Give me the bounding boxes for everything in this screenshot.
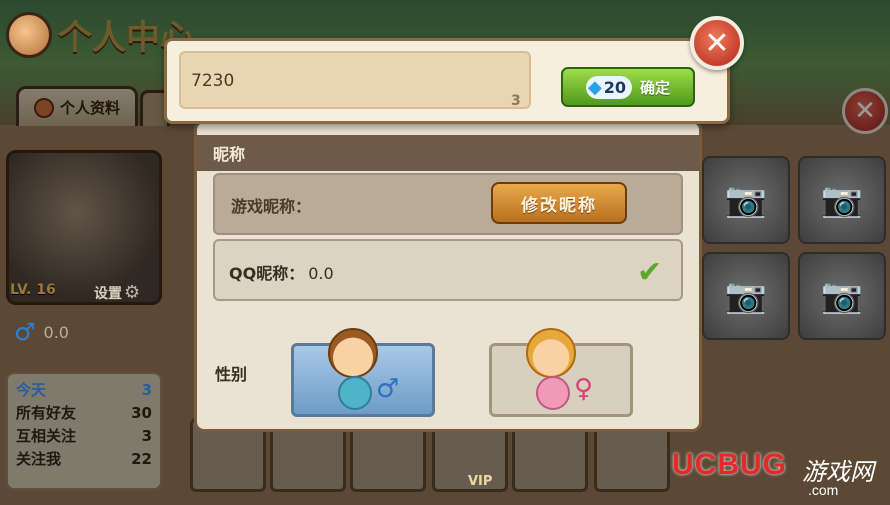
camera-plus-icon: 📷	[820, 276, 864, 316]
gender-male-option[interactable]: ♂	[291, 328, 435, 417]
boy-body-icon	[338, 376, 372, 410]
add-photo-slot[interactable]: 📷	[702, 252, 790, 340]
diamond-icon: ◆	[587, 76, 602, 98]
stat-row-mutual-follow[interactable]: 互相关注 3	[16, 424, 152, 447]
gender-label: 性别	[215, 365, 248, 384]
game-nickname-row: 游戏昵称： 修改昵称	[213, 173, 683, 235]
stat-value: 3	[141, 426, 152, 445]
male-icon: ♂	[14, 318, 36, 346]
gender-value: 0.0	[43, 322, 69, 342]
stat-label: 今天	[16, 381, 47, 399]
char-count: 3	[511, 93, 521, 109]
female-symbol-icon: ♀	[574, 374, 594, 404]
stat-row-followers[interactable]: 关注我 22	[16, 447, 152, 470]
gear-icon: ⚙	[124, 282, 141, 303]
tab-profile[interactable]: 个人资料	[16, 86, 138, 126]
camera-plus-icon: 📷	[724, 276, 768, 316]
stat-row-all-friends[interactable]: 所有好友 30	[16, 401, 152, 424]
edit-nickname-button[interactable]: 修改昵称	[491, 182, 627, 224]
girl-avatar-icon	[526, 328, 576, 378]
watermark-domain: .com	[808, 482, 839, 498]
profile-tab-icon	[33, 97, 54, 118]
nickname-input-dialog: 7230 3 ◆ 20 确定	[164, 38, 730, 124]
close-dialog-button[interactable]: ✕	[690, 16, 744, 70]
level-badge: LV. 16	[10, 282, 56, 298]
tab-profile-label: 个人资料	[59, 99, 120, 117]
header-avatar-icon	[6, 11, 52, 58]
qq-nickname-value: 0.0	[308, 264, 334, 283]
qq-nickname-label: QQ昵称：	[229, 264, 305, 283]
game-nickname-label: 游戏昵称：	[231, 197, 312, 216]
vip-badge: VIP	[468, 474, 493, 489]
nickname-input[interactable]: 7230	[179, 51, 531, 109]
cost-pill: ◆ 20	[585, 75, 633, 99]
stat-value: 22	[131, 449, 152, 468]
add-photo-slot[interactable]: 📷	[702, 156, 790, 244]
camera-plus-icon: 📷	[820, 180, 864, 220]
watermark-brand: UCBUG	[672, 448, 787, 481]
gender-display: ♂ 0.0	[14, 318, 69, 346]
confirm-button[interactable]: ◆ 20 确定	[561, 67, 695, 107]
nickname-dialog-header: 昵称	[197, 135, 699, 171]
stat-label: 互相关注	[16, 427, 77, 445]
settings-label: 设置	[94, 285, 122, 302]
stat-label: 所有好友	[16, 404, 77, 422]
male-symbol-icon: ♂	[376, 374, 400, 404]
page-close-button[interactable]: ✕	[842, 88, 888, 134]
stat-value: 3	[141, 380, 152, 399]
girl-body-icon	[536, 376, 570, 410]
cost-value: 20	[603, 77, 627, 97]
qq-nickname-row[interactable]: QQ昵称： 0.0 ✔	[213, 239, 683, 301]
qq-nickname-text: QQ昵称： 0.0	[229, 260, 334, 284]
stat-row-today[interactable]: 今天 3	[16, 378, 152, 401]
settings-button[interactable]: 设置 ⚙	[94, 282, 140, 303]
stat-value: 30	[131, 403, 152, 422]
add-photo-slot[interactable]: 📷	[798, 156, 886, 244]
confirm-label: 确定	[640, 78, 671, 97]
stat-label: 关注我	[16, 450, 62, 468]
friend-stats-panel: 今天 3 所有好友 30 互相关注 3 关注我 22	[6, 372, 162, 490]
add-photo-slot[interactable]: 📷	[798, 252, 886, 340]
nickname-dialog: 昵称 游戏昵称： 修改昵称 QQ昵称： 0.0 ✔ 性别 ♂ ♀	[194, 120, 702, 432]
boy-avatar-icon	[328, 328, 378, 378]
checkmark-icon: ✔	[637, 255, 663, 290]
gender-female-option[interactable]: ♀	[489, 328, 633, 417]
camera-plus-icon: 📷	[724, 180, 768, 220]
